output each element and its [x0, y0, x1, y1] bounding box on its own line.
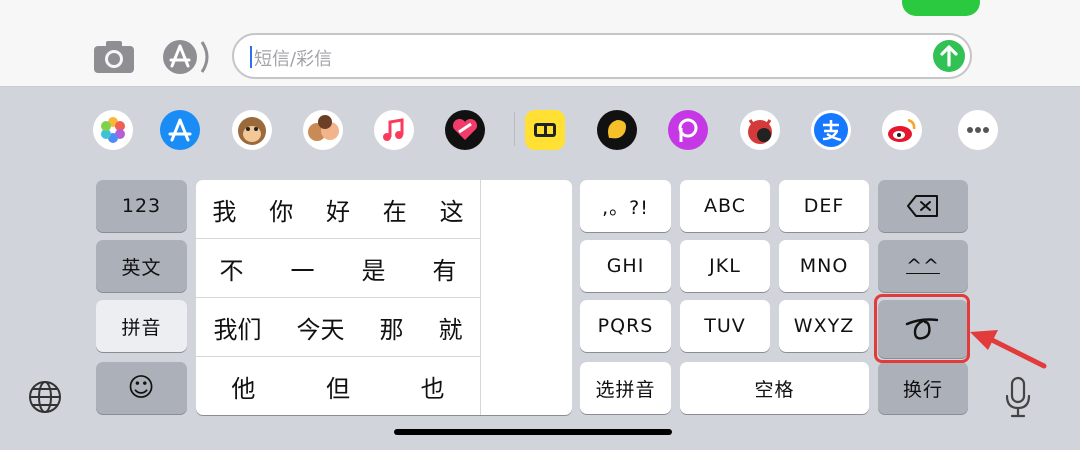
candidate-word[interactable]: 这	[440, 192, 464, 227]
annotation-arrow-icon	[970, 330, 1047, 369]
numbers-key[interactable]: 123	[96, 180, 187, 232]
candidate-word[interactable]: 我	[212, 192, 236, 227]
home-indicator[interactable]	[394, 429, 672, 435]
space-key-label: 空格	[754, 378, 795, 401]
abc-key-label: ABC	[704, 195, 746, 217]
emoji-key[interactable]: ☺	[96, 362, 187, 414]
candidate-word[interactable]: 不	[220, 251, 244, 286]
numbers-key-label: 123	[121, 195, 162, 217]
backspace-icon	[907, 195, 938, 217]
punctuation-key[interactable]: ,。?!	[580, 180, 671, 232]
candidate-word[interactable]: 就	[439, 310, 463, 345]
abc-key[interactable]: ABC	[680, 180, 770, 232]
candidate-word[interactable]: 你	[269, 192, 293, 227]
alipay-icon[interactable]	[811, 110, 851, 150]
return-key-label: 换行	[902, 378, 943, 401]
digital-touch-icon[interactable]	[445, 110, 485, 150]
send-button[interactable]	[933, 40, 965, 72]
ghi-key-label: GHI	[606, 255, 645, 277]
def-key-label: DEF	[803, 195, 845, 217]
mno-key[interactable]: MNO	[779, 240, 869, 292]
select-pinyin-key-label: 选拼音	[595, 378, 656, 401]
music-icon[interactable]	[374, 110, 414, 150]
mno-key-label: MNO	[799, 255, 849, 277]
pqrs-key-label: PQRS	[597, 315, 654, 337]
delete-key[interactable]	[878, 180, 968, 232]
weibo-icon[interactable]	[882, 110, 922, 150]
app-strip-divider	[514, 112, 515, 146]
text-cursor	[250, 46, 252, 68]
squirrel-app-icon[interactable]	[597, 110, 637, 150]
microphone-icon[interactable]	[1004, 376, 1032, 418]
tuv-key-label: TUV	[704, 315, 746, 337]
message-input[interactable]: 短信/彩信	[232, 33, 972, 79]
candidate-word[interactable]: 有	[433, 251, 457, 286]
more-apps-icon[interactable]	[958, 110, 998, 150]
candidate-word[interactable]: 好	[326, 192, 350, 227]
arrow-up-icon	[940, 45, 958, 67]
candidate-word[interactable]: 今天	[297, 310, 345, 345]
emoji-icon: ☺	[127, 373, 156, 403]
candidate-word[interactable]: 是	[362, 251, 386, 286]
candidate-word[interactable]: 他	[231, 369, 255, 404]
pinyin-key-label: 拼音	[121, 316, 162, 339]
kaomoji-key-label: ^^	[906, 255, 940, 277]
candidate-word[interactable]: 一	[291, 251, 315, 286]
candidate-row: 不 一 是 有	[196, 239, 480, 297]
punctuation-key-label: ,。?!	[602, 196, 649, 219]
memoji-stickers-icon[interactable]	[303, 110, 343, 150]
candidate-word[interactable]: 但	[326, 369, 350, 404]
jkl-key[interactable]: JKL	[680, 240, 770, 292]
english-key-label: 英文	[121, 256, 162, 279]
ghi-key[interactable]: GHI	[580, 240, 671, 292]
candidate-panel: 我 你 好 在 这 不 一 是 有 我们 今天 那 就 他 但 也	[196, 180, 572, 415]
pinyin-key[interactable]: 拼音	[96, 300, 187, 352]
jkl-key-label: JKL	[709, 255, 741, 277]
tuv-key[interactable]: TUV	[680, 300, 770, 352]
sent-message-bubble[interactable]	[902, 0, 980, 16]
message-placeholder: 短信/彩信	[254, 49, 333, 70]
space-key[interactable]: 空格	[680, 362, 869, 414]
candidate-word[interactable]: 我们	[214, 310, 262, 345]
select-pinyin-key[interactable]: 选拼音	[580, 362, 671, 414]
photos-icon[interactable]	[93, 110, 133, 150]
app-store-icon[interactable]	[160, 110, 200, 150]
def-key[interactable]: DEF	[779, 180, 869, 232]
candidate-row: 我 你 好 在 这	[196, 180, 480, 238]
candidate-row: 他 但 也	[196, 357, 480, 415]
return-key[interactable]: 换行	[878, 362, 968, 414]
candidate-divider	[480, 180, 481, 415]
monkey-memoji-icon[interactable]	[232, 110, 272, 150]
kaomoji-key[interactable]: ^^	[878, 240, 968, 292]
wxyz-key-label: WXYZ	[793, 315, 855, 337]
candidate-word[interactable]: 在	[383, 192, 407, 227]
xianyu-icon[interactable]	[525, 110, 565, 150]
compose-bar: 短信/彩信	[0, 0, 1080, 87]
camera-icon[interactable]	[92, 40, 136, 74]
wxyz-key[interactable]: WXYZ	[779, 300, 869, 352]
app-store-drawer-icon[interactable]	[160, 38, 214, 76]
picsart-icon[interactable]	[668, 110, 708, 150]
globe-icon[interactable]	[28, 380, 62, 414]
handwriting-highlight	[874, 294, 970, 363]
candidate-word[interactable]: 也	[421, 369, 445, 404]
pqrs-key[interactable]: PQRS	[580, 300, 671, 352]
candidate-word[interactable]: 那	[380, 310, 404, 345]
cartoon-app-icon[interactable]	[740, 110, 780, 150]
english-key[interactable]: 英文	[96, 240, 187, 292]
candidate-row: 我们 今天 那 就	[196, 298, 480, 356]
